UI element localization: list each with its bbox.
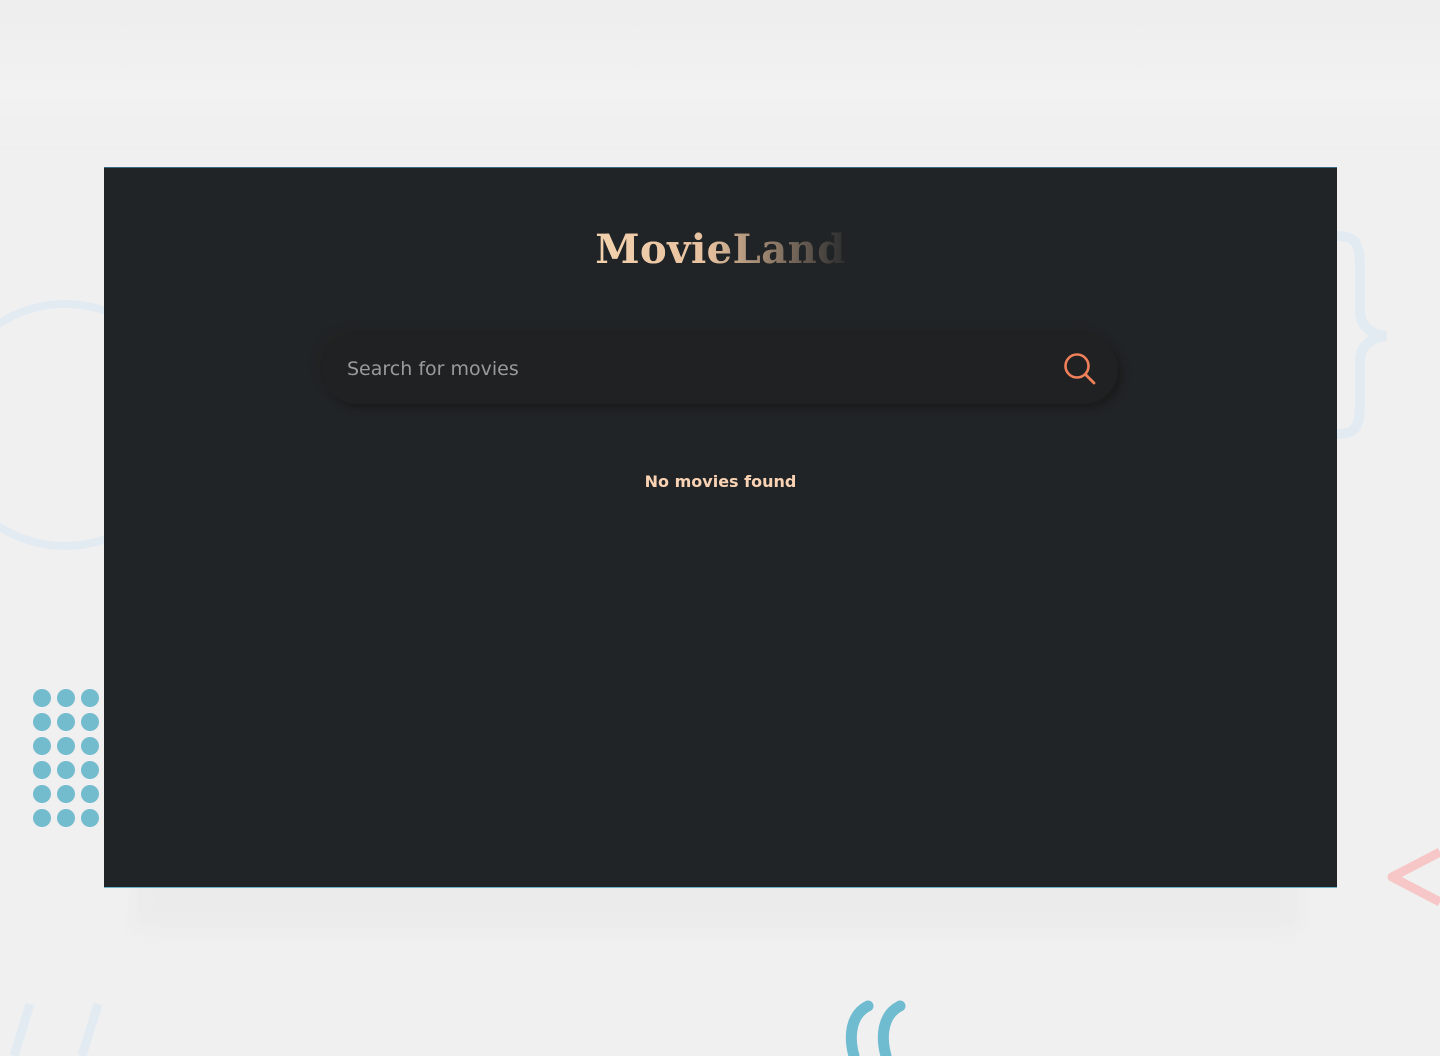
background-brush-stroke	[0, 0, 1440, 150]
decorative-dot-grid	[33, 689, 99, 827]
search-bar	[322, 334, 1118, 404]
app-title: MovieLand	[104, 226, 1337, 273]
decorative-brace-icon	[1333, 231, 1387, 439]
page-background: MovieLand No movies found	[0, 0, 1440, 1056]
search-icon[interactable]	[1062, 351, 1098, 387]
app-window: MovieLand No movies found	[104, 167, 1337, 888]
empty-state-message: No movies found	[644, 472, 797, 491]
decorative-less-than-icon	[1387, 848, 1440, 906]
search-input[interactable]	[347, 334, 1027, 404]
decorative-quote-icon	[845, 1000, 906, 1056]
app-title-text: MovieLand	[595, 226, 846, 273]
decorative-slashes-icon	[9, 1002, 103, 1056]
